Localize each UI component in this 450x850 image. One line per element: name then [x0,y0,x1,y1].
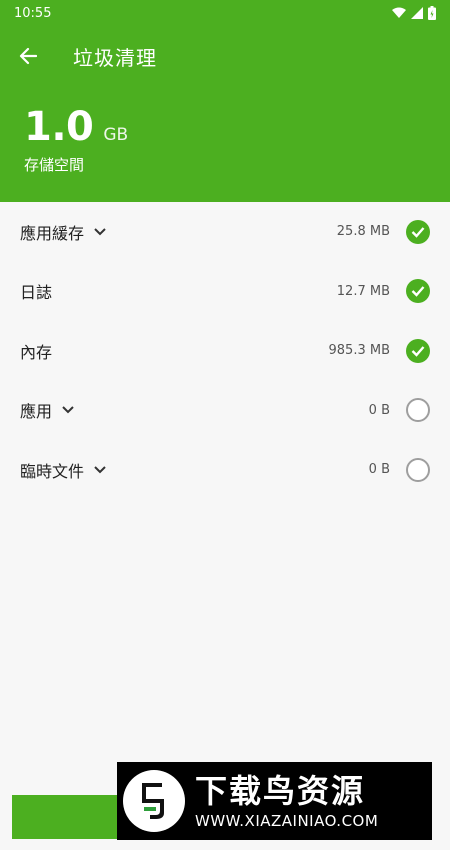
storage-label: 存儲空間 [24,156,85,174]
storage-value: 1.0 [24,104,94,150]
signal-icon [411,7,423,19]
list-item-apps[interactable]: 應用 0 B [0,381,450,441]
watermark-title: 下载鸟资源 [195,772,366,810]
checked-circle-icon[interactable] [406,338,430,363]
watermark-url: WWW.XIAZAINIAO.COM [195,812,379,830]
watermark-text: 下载鸟资源 WWW.XIAZAINIAO.COM [195,772,378,830]
list-item-label: 應用 [20,398,74,422]
status-bar: 10:55 [0,0,450,26]
wifi-icon [392,7,406,18]
list-item-size: 12.7 MB [336,283,390,299]
list-item-size: 0 B [368,402,390,418]
list-item-label: 日誌 [20,283,53,303]
list-item-size: 25.8 MB [336,224,390,240]
header: 10:55 垃圾清理 1.0 GB 存儲空間 [0,0,450,202]
checked-circle-icon[interactable] [406,279,430,304]
chevron-down-icon[interactable] [94,466,106,474]
chevron-down-icon[interactable] [94,228,106,236]
junk-list: 應用緩存 25.8 MB 日誌 12.7 MB 內存 985.3 MB 應用 0… [0,202,450,500]
unchecked-circle-icon[interactable] [406,398,430,423]
unchecked-circle-icon[interactable] [406,457,430,482]
list-item-temp-files[interactable]: 臨時文件 0 B [0,440,450,500]
battery-icon [428,6,436,20]
bird-icon [142,783,164,819]
storage-unit: GB [103,125,129,145]
list-item-label: 內存 [20,342,53,362]
back-button[interactable] [0,30,56,82]
chevron-down-icon[interactable] [62,406,74,414]
app-bar: 垃圾清理 [0,30,450,82]
status-icons [392,6,436,20]
list-item-label: 應用緩存 [20,220,106,244]
watermark: 下载鸟资源 WWW.XIAZAINIAO.COM [117,762,432,840]
page-title: 垃圾清理 [73,45,157,70]
checked-circle-icon[interactable] [406,219,430,244]
status-time: 10:55 [14,5,52,21]
list-item-size: 985.3 MB [328,343,390,359]
list-item-size: 0 B [368,462,390,478]
list-item-logs[interactable]: 日誌 12.7 MB [0,262,450,322]
arrow-back-icon [19,47,37,65]
watermark-logo [123,770,185,832]
list-item-memory[interactable]: 內存 985.3 MB [0,321,450,381]
list-item-label: 臨時文件 [20,458,106,482]
storage-summary: 1.0 GB 存儲空間 [24,104,128,175]
list-item-app-cache[interactable]: 應用緩存 25.8 MB [0,202,450,262]
